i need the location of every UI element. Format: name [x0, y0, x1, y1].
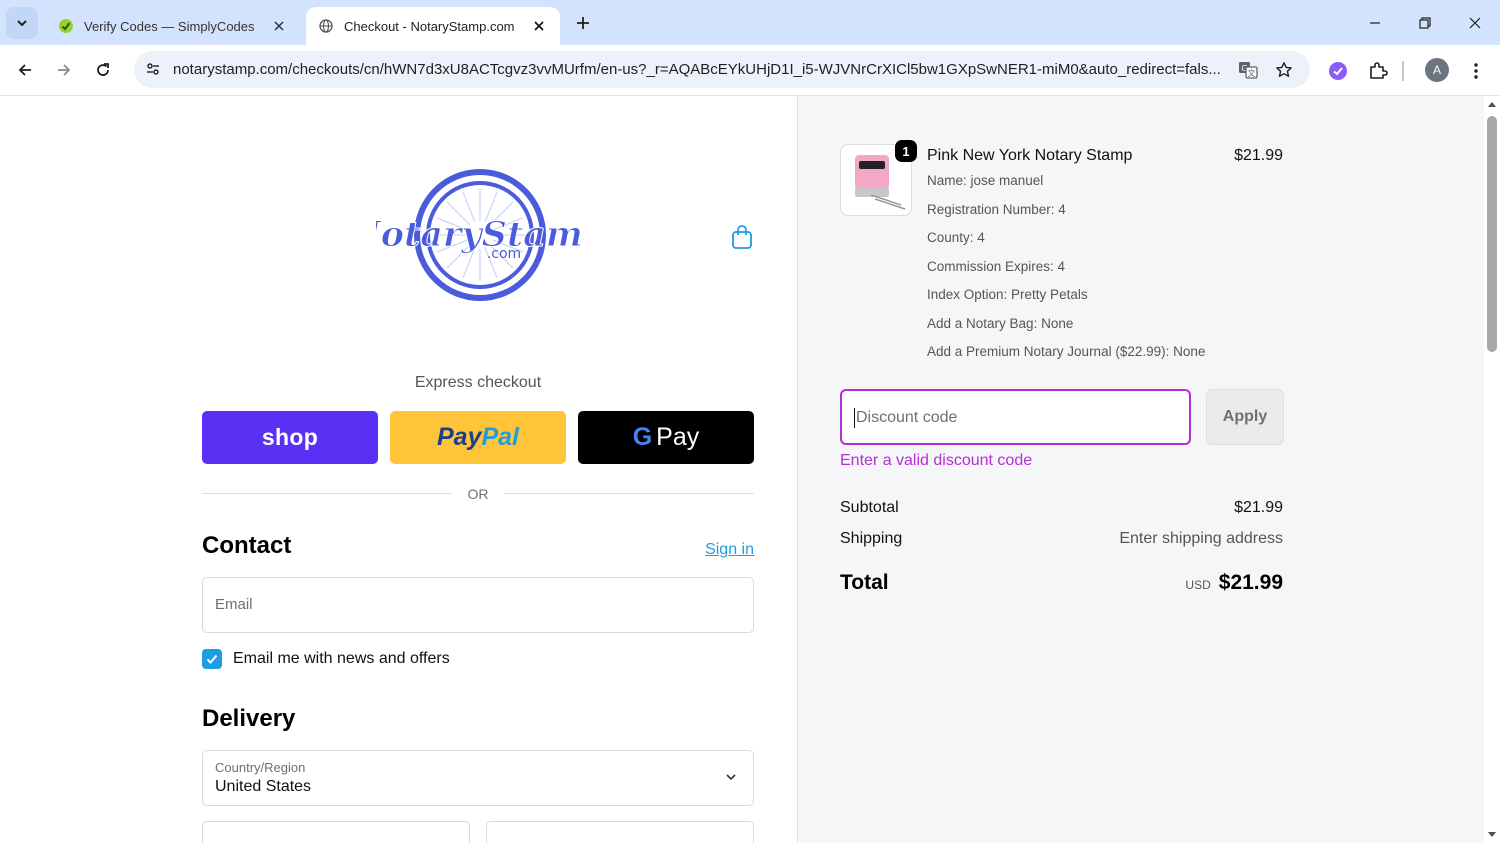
forward-button[interactable]	[49, 55, 79, 85]
google-g-icon: G	[632, 423, 653, 451]
close-window-button[interactable]	[1460, 8, 1490, 38]
address-bar[interactable]: notarystamp.com/checkouts/cn/hWN7d3xU8AC…	[134, 51, 1310, 88]
shop-pay-label: shop	[261, 424, 319, 450]
express-checkout-label: Express checkout	[414, 374, 542, 391]
url-text[interactable]: notarystamp.com/checkouts/cn/hWN7d3xU8AC…	[173, 61, 1225, 78]
discount-error-message: Enter a valid discount code	[840, 452, 1033, 469]
notarystamp-logo[interactable]: NotaryStamp .com	[347, 166, 608, 304]
order-summary-pane: 1 Pink New York Notary Stamp $21.99 Name…	[797, 96, 1500, 843]
google-pay-button[interactable]: G Pay	[578, 411, 754, 464]
close-icon[interactable]	[530, 17, 548, 35]
newsletter-label: Email me with news and offers	[233, 650, 450, 667]
arrow-right-icon	[58, 64, 71, 76]
tab-search-button[interactable]	[6, 7, 38, 39]
total-amount: USD $21.99	[1185, 571, 1283, 595]
close-icon	[1469, 17, 1481, 29]
paypal-label-part2: Pal	[481, 423, 519, 451]
shipping-value: Enter shipping address	[1119, 530, 1283, 547]
or-divider: OR	[202, 484, 754, 504]
total-label: Total	[840, 571, 889, 594]
email-placeholder: Email	[215, 596, 253, 613]
chevron-down-icon	[726, 774, 736, 781]
discount-code-input[interactable]: Discount code	[840, 389, 1191, 445]
extension-simplycodes-icon[interactable]	[1324, 57, 1352, 85]
product-property: Index Option: Pretty Petals	[927, 287, 1088, 302]
minimize-button[interactable]	[1360, 8, 1390, 38]
tab-title: Verify Codes — SimplyCodes	[84, 18, 255, 34]
extensions-puzzle-icon[interactable]	[1364, 57, 1392, 85]
restore-icon	[1419, 17, 1431, 29]
site-settings-icon[interactable]	[142, 58, 164, 80]
tab-checkout[interactable]: Checkout - NotaryStamp.com	[306, 7, 560, 45]
checkmark-icon	[206, 654, 218, 664]
chevron-down-icon	[17, 20, 27, 27]
checkout-form-pane: NotaryStamp .com Express checkout shop P…	[0, 96, 797, 843]
shopping-bag-icon[interactable]	[730, 224, 754, 250]
google-pay-label: Pay	[656, 423, 700, 451]
simplycodes-favicon-icon	[58, 18, 74, 34]
paypal-button[interactable]: Pay Pal	[390, 411, 566, 464]
country-label: Country/Region	[215, 760, 306, 775]
scroll-down-arrow-icon[interactable]	[1487, 829, 1497, 839]
logo-wordmark: NotaryStamp	[376, 214, 581, 255]
restore-button[interactable]	[1410, 8, 1440, 38]
profile-avatar[interactable]: A	[1425, 58, 1449, 82]
back-button[interactable]	[10, 55, 40, 85]
shipping-label: Shipping	[840, 530, 903, 547]
svg-text:文: 文	[1248, 68, 1256, 78]
toolbar-divider	[1402, 61, 1404, 81]
newsletter-checkbox[interactable]	[202, 649, 222, 669]
reload-button[interactable]	[88, 55, 118, 85]
sign-in-link[interactable]: Sign in	[690, 541, 754, 559]
product-property: Name: jose manuel	[927, 173, 1044, 188]
apply-discount-button[interactable]: Apply	[1206, 389, 1284, 445]
arrow-left-icon	[18, 64, 31, 76]
plus-icon	[577, 17, 589, 29]
discount-placeholder: Discount code	[856, 409, 958, 426]
product-property: Add a Premium Notary Journal ($22.99): N…	[927, 344, 1206, 359]
product-price: $21.99	[1234, 147, 1283, 164]
tab-title: Checkout - NotaryStamp.com	[344, 18, 515, 34]
contact-heading: Contact	[202, 532, 292, 559]
country-select[interactable]: Country/Region United States	[202, 750, 754, 806]
minimize-icon	[1370, 22, 1380, 24]
total-currency: USD	[1185, 578, 1211, 592]
quantity-badge: 1	[895, 140, 917, 162]
translate-icon[interactable]: G文	[1236, 58, 1260, 82]
more-options-icon[interactable]	[1462, 57, 1490, 85]
or-label: OR	[467, 486, 489, 502]
product-title: Pink New York Notary Stamp	[927, 147, 1133, 164]
new-tab-button[interactable]	[570, 10, 596, 36]
email-field[interactable]: Email	[202, 577, 754, 633]
browser-toolbar: notarystamp.com/checkouts/cn/hWN7d3xU8AC…	[0, 45, 1500, 96]
product-property: County: 4	[927, 230, 985, 245]
first-name-field[interactable]	[202, 821, 470, 843]
last-name-field[interactable]	[486, 821, 754, 843]
browser-tab-strip: Verify Codes — SimplyCodes Checkout - No…	[0, 0, 1500, 45]
scroll-up-arrow-icon[interactable]	[1487, 100, 1497, 110]
text-cursor	[854, 408, 855, 428]
close-icon[interactable]	[270, 17, 288, 35]
scrollbar-thumb[interactable]	[1487, 116, 1497, 352]
globe-icon	[318, 18, 334, 34]
total-value: $21.99	[1218, 571, 1283, 594]
page-scrollbar[interactable]	[1484, 96, 1500, 843]
tab-simplycodes[interactable]: Verify Codes — SimplyCodes	[46, 7, 300, 45]
reload-icon	[97, 63, 109, 76]
newsletter-option[interactable]: Email me with news and offers	[202, 648, 450, 670]
bookmark-star-icon[interactable]	[1272, 58, 1296, 82]
country-value: United States	[215, 778, 312, 795]
subtotal-value: $21.99	[1234, 499, 1283, 516]
paypal-label-part1: Pay	[436, 423, 482, 451]
subtotal-label: Subtotal	[840, 499, 899, 516]
product-property: Registration Number: 4	[927, 202, 1066, 217]
product-property: Add a Notary Bag: None	[927, 316, 1074, 331]
shop-pay-button[interactable]: shop	[202, 411, 378, 464]
delivery-heading: Delivery	[202, 705, 296, 732]
product-property: Commission Expires: 4	[927, 259, 1066, 274]
logo-domain: .com	[487, 246, 521, 262]
